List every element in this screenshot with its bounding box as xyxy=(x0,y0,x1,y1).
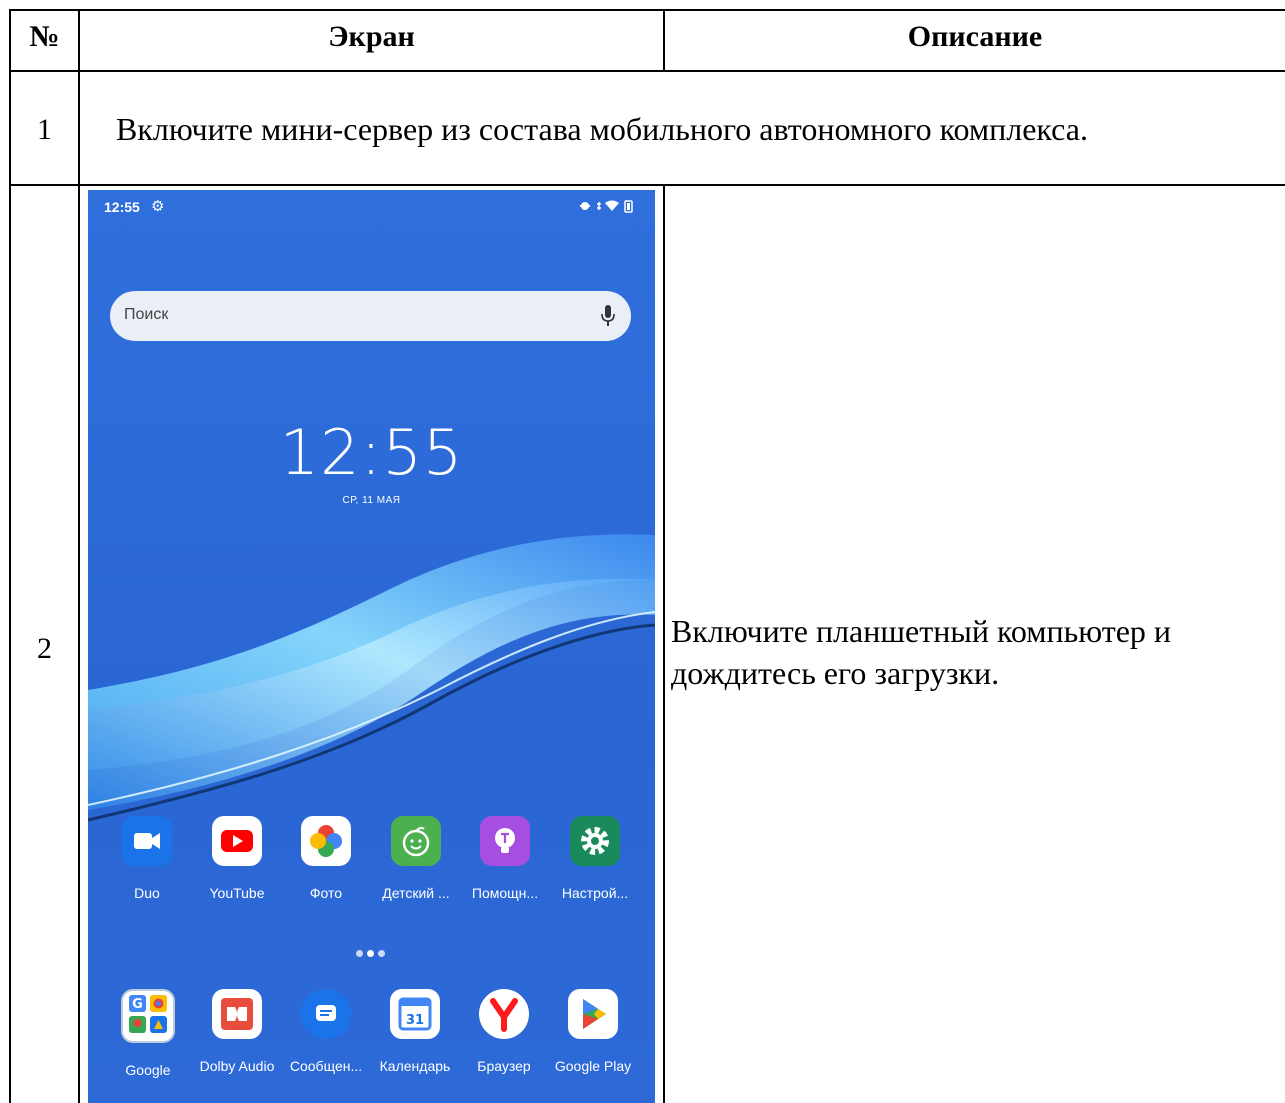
microphone-icon[interactable] xyxy=(601,304,615,328)
app-google-folder[interactable]: G Google xyxy=(103,989,193,1078)
app-photos[interactable]: Фото xyxy=(281,816,371,901)
app-tips[interactable]: Помощн... xyxy=(460,816,550,901)
youtube-icon xyxy=(212,816,262,866)
header-description: Описание xyxy=(907,20,1043,53)
app-label: Календарь xyxy=(379,1058,451,1074)
app-kids-space[interactable]: Детский ... xyxy=(371,816,461,901)
date-label: СР, 11 МАЯ xyxy=(342,495,401,506)
yandex-browser-icon xyxy=(479,989,529,1039)
app-label: YouTube xyxy=(209,885,265,901)
row2-description-line2: дождитесь его загрузки. xyxy=(671,655,1000,691)
app-label: Сообщен... xyxy=(289,1058,363,1074)
page-indicator[interactable] xyxy=(354,944,387,962)
app-messages[interactable]: Сообщен... xyxy=(281,989,371,1074)
settings-icon xyxy=(570,816,620,866)
table-border-top xyxy=(9,9,1285,11)
app-label: Фото xyxy=(309,885,343,901)
app-label: Google xyxy=(125,1062,171,1078)
svg-text:G: G xyxy=(132,997,143,1012)
app-settings[interactable]: Настрой... xyxy=(550,816,640,901)
column-divider-1 xyxy=(78,9,80,1103)
row1-text: Включите мини-сервер из состава мобильно… xyxy=(116,111,1088,147)
tips-icon xyxy=(480,816,530,866)
app-calendar[interactable]: 31 Календарь xyxy=(370,989,460,1074)
clock-widget[interactable]: 12:55 xyxy=(88,416,655,489)
app-label: Настрой... xyxy=(561,885,629,901)
row1-number: 1 xyxy=(37,113,52,146)
calendar-icon: 31 xyxy=(390,989,440,1039)
status-indicators-icon xyxy=(577,198,641,218)
wallpaper-wave xyxy=(88,534,655,822)
page-dot-active xyxy=(367,950,374,957)
app-label: Duo xyxy=(134,885,160,901)
search-bar[interactable]: Поиск xyxy=(110,291,631,341)
messages-icon xyxy=(301,989,351,1039)
photos-icon xyxy=(301,816,351,866)
dolby-audio-icon xyxy=(212,989,262,1039)
app-label: Dolby Audio xyxy=(199,1058,275,1074)
row2-number: 2 xyxy=(37,632,52,665)
header-number: № xyxy=(29,20,60,53)
svg-text:31: 31 xyxy=(406,1013,424,1028)
page-dot xyxy=(378,950,385,957)
settings-gear-icon: ⚙ xyxy=(151,199,165,215)
status-time: 12:55 xyxy=(104,199,140,215)
app-dolby-audio[interactable]: Dolby Audio xyxy=(192,989,282,1074)
row2-description-line1: Включите планшетный компьютер и xyxy=(671,613,1172,649)
app-duo[interactable]: Duo xyxy=(102,816,192,901)
app-label: Детский ... xyxy=(382,885,450,901)
kids-space-icon xyxy=(391,816,441,866)
row1-bottom-border xyxy=(9,184,1285,186)
tablet-home-screen: 12:55 ⚙ Поиск 12:55 СР, 11 МАЯ Duo YouTu… xyxy=(88,190,655,1103)
google-folder-icon: G xyxy=(121,989,175,1043)
duo-icon xyxy=(122,816,172,866)
app-label: Помощн... xyxy=(471,885,539,901)
header-bottom-border xyxy=(9,70,1285,72)
page-dot xyxy=(356,950,363,957)
header-screen: Экран xyxy=(328,20,415,53)
app-label: Браузер xyxy=(477,1058,531,1074)
app-google-play[interactable]: Google Play xyxy=(548,989,638,1074)
app-yandex-browser[interactable]: Браузер xyxy=(459,989,549,1074)
app-label: Google Play xyxy=(554,1058,632,1074)
search-placeholder: Поиск xyxy=(124,306,169,323)
app-youtube[interactable]: YouTube xyxy=(192,816,282,901)
table-border-left xyxy=(9,9,11,1103)
column-divider-2-row2 xyxy=(663,184,665,1103)
google-play-icon xyxy=(568,989,618,1039)
